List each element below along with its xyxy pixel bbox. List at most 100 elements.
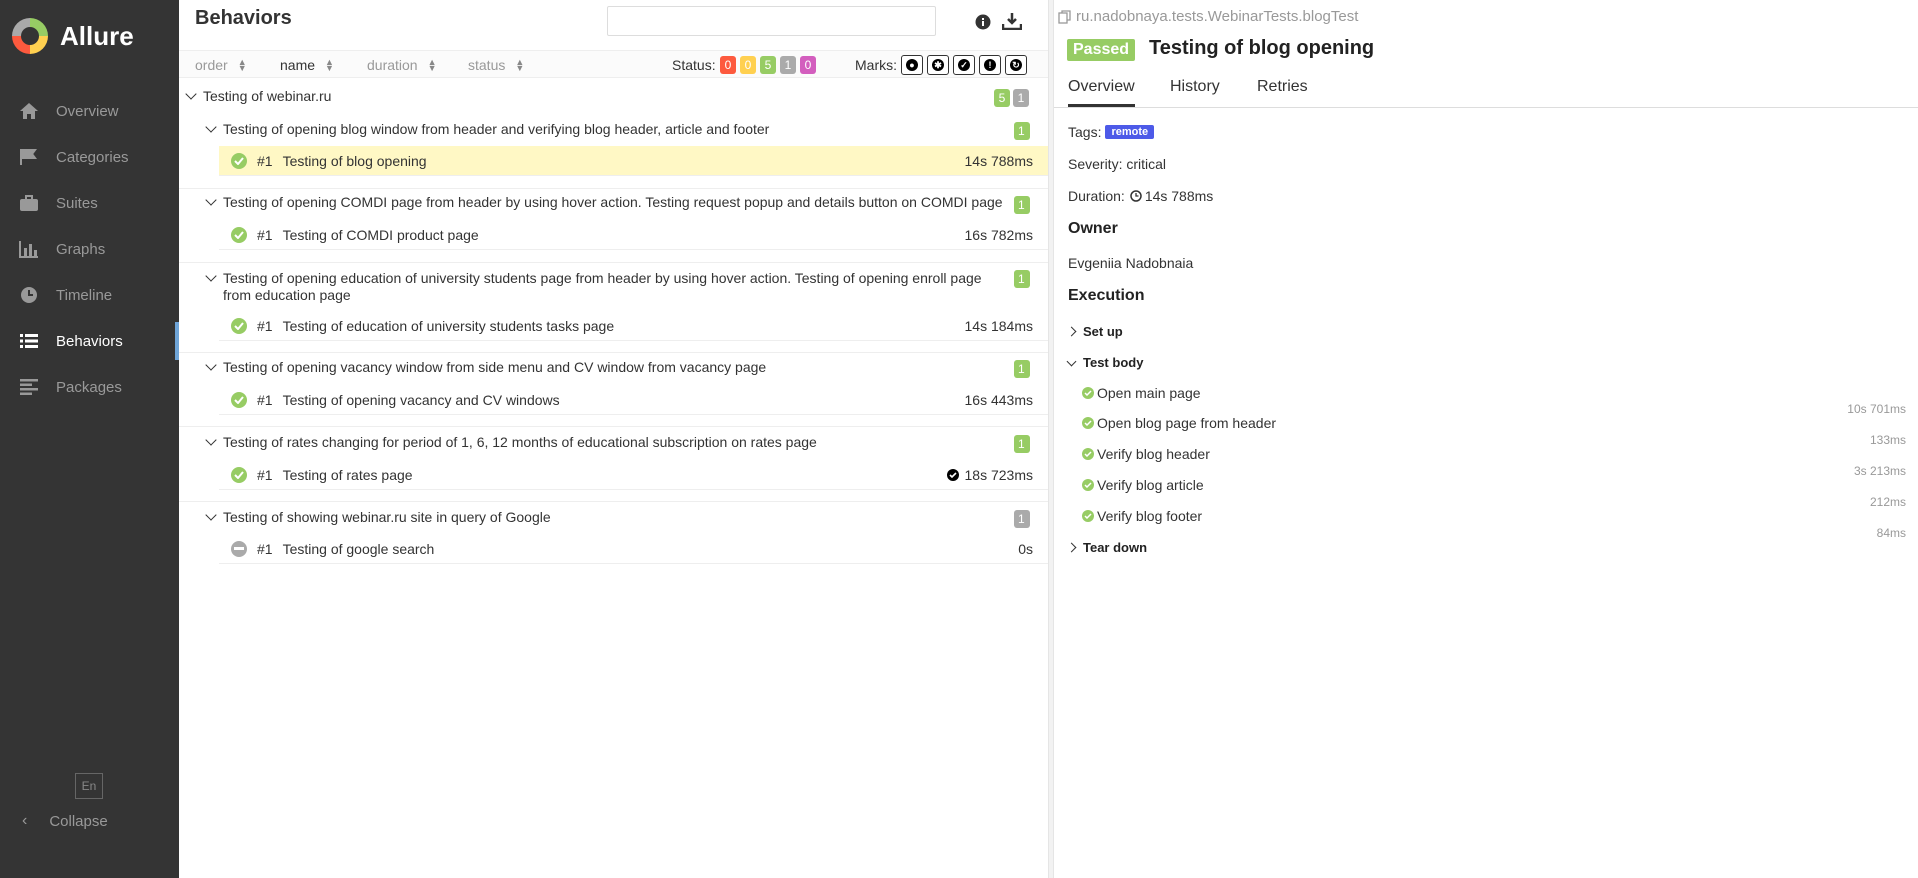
- step-duration: 84ms: [1876, 526, 1906, 540]
- test-number: #1: [257, 226, 273, 243]
- status-badge: Passed: [1067, 39, 1136, 61]
- test-duration: 16s 782ms: [964, 227, 1033, 243]
- language-switcher[interactable]: En: [75, 773, 103, 799]
- tree-group[interactable]: Testing of opening vacancy window from s…: [205, 359, 767, 375]
- sort-label: order: [195, 57, 228, 73]
- tree-root[interactable]: Testing of webinar.ru: [185, 88, 331, 104]
- setup-section[interactable]: Set up: [1066, 324, 1123, 339]
- status-filter-unknown[interactable]: 0: [800, 56, 816, 74]
- test-name: Testing of COMDI product page: [282, 226, 479, 243]
- tree-group[interactable]: Testing of opening blog window from head…: [205, 121, 769, 137]
- mark-flaky-icon[interactable]: ●: [901, 55, 923, 75]
- step-row[interactable]: Verify blog article: [1082, 477, 1204, 493]
- tree-group[interactable]: Testing of rates changing for period of …: [205, 434, 817, 450]
- mark-new-passed-icon[interactable]: ✓: [953, 55, 975, 75]
- passed-check-icon: [231, 152, 247, 169]
- tree-group[interactable]: Testing of showing webinar.ru site in qu…: [205, 509, 551, 525]
- align-left-icon: [18, 377, 40, 397]
- step-name: Verify blog header: [1097, 446, 1210, 462]
- sort-label: name: [280, 57, 316, 73]
- test-result-row[interactable]: #1 Testing of rates page 18s 723ms: [219, 460, 1048, 490]
- status-filter-skipped[interactable]: 1: [780, 56, 796, 74]
- tab-history[interactable]: History: [1170, 78, 1220, 96]
- sidebar-item-categories[interactable]: Categories: [0, 134, 179, 180]
- briefcase-icon: [18, 193, 40, 213]
- test-number: #1: [257, 317, 273, 334]
- step-row[interactable]: Open main page: [1082, 385, 1201, 401]
- root-counts: 5 1: [994, 89, 1029, 107]
- status-filter-failed[interactable]: 0: [720, 56, 736, 74]
- mark-new-failed-icon[interactable]: ✱: [927, 55, 949, 75]
- chevron-down-icon: [205, 121, 217, 133]
- step-row[interactable]: Verify blog header: [1082, 446, 1210, 462]
- sidebar-item-label: Graphs: [56, 240, 106, 258]
- sort-status[interactable]: status ▲ ▼: [468, 57, 524, 73]
- test-body-section[interactable]: Test body: [1066, 355, 1143, 370]
- sidebar-item-suites[interactable]: Suites: [0, 180, 179, 226]
- status-filters: 0 0 5 1 0: [720, 56, 816, 74]
- status-filter-passed[interactable]: 5: [760, 56, 776, 74]
- passed-count-badge: 5: [994, 89, 1010, 107]
- info-icon[interactable]: [973, 12, 993, 32]
- list-icon: [18, 331, 40, 351]
- chevron-down-icon: [205, 270, 217, 282]
- skipped-minus-icon: [231, 540, 247, 557]
- tab-overview[interactable]: Overview: [1068, 78, 1135, 107]
- tab-retries[interactable]: Retries: [1257, 78, 1308, 96]
- status-filter-broken[interactable]: 0: [740, 56, 756, 74]
- passed-check-icon: [231, 226, 247, 243]
- new-passed-mark-icon: [946, 469, 959, 481]
- test-title: Testing of blog opening: [1149, 37, 1375, 59]
- duration-row: Duration: 14s 788ms: [1068, 188, 1213, 204]
- sidebar-item-behaviors[interactable]: Behaviors: [0, 318, 179, 364]
- chevron-down-icon: [205, 509, 217, 521]
- copy-icon: [1058, 9, 1071, 24]
- sort-arrows-icon: ▲ ▼: [325, 57, 334, 73]
- test-result-row[interactable]: #1 Testing of COMDI product page 16s 782…: [219, 220, 1048, 250]
- sort-order[interactable]: order ▲ ▼: [195, 57, 247, 73]
- teardown-section[interactable]: Tear down: [1066, 540, 1148, 555]
- test-name: Testing of google search: [282, 540, 435, 557]
- tree-group-title: Testing of opening COMDI page from heade…: [223, 194, 1003, 210]
- test-name: Testing of rates page: [282, 466, 413, 483]
- test-result-row[interactable]: #1 Testing of education of university st…: [219, 311, 1048, 341]
- collapse-label: Collapse: [49, 812, 108, 830]
- test-result-row[interactable]: #1 Testing of google search 0s: [219, 534, 1048, 564]
- page-title: Behaviors: [195, 7, 292, 29]
- mark-new-broken-icon[interactable]: !: [979, 55, 1001, 75]
- clock-icon: [1130, 190, 1142, 202]
- step-duration: 10s 701ms: [1847, 402, 1906, 416]
- sort-duration[interactable]: duration ▲ ▼: [367, 57, 437, 73]
- brand[interactable]: Allure: [12, 16, 134, 56]
- download-icon[interactable]: [1001, 12, 1024, 32]
- tree-group[interactable]: Testing of opening COMDI page from heade…: [205, 194, 1003, 210]
- sort-name[interactable]: name ▲ ▼: [280, 57, 334, 73]
- test-result-row[interactable]: #1 Testing of blog opening 14s 788ms: [219, 146, 1048, 176]
- test-number: #1: [257, 152, 273, 169]
- sidebar-item-timeline[interactable]: Timeline: [0, 272, 179, 318]
- chevron-right-icon: [1066, 326, 1077, 337]
- step-name: Verify blog footer: [1097, 508, 1203, 524]
- detail-tabs: Overview History Retries: [1054, 70, 1918, 108]
- sidebar-item-graphs[interactable]: Graphs: [0, 226, 179, 272]
- chevron-down-icon: [1066, 356, 1077, 366]
- tree-group[interactable]: Testing of opening education of universi…: [205, 270, 1017, 304]
- tag-badge: remote: [1105, 125, 1155, 139]
- tags-row: Tags: remote: [1068, 124, 1155, 140]
- sidebar-item-packages[interactable]: Packages: [0, 364, 179, 410]
- search-input[interactable]: [607, 6, 936, 36]
- sidebar: Allure Overview Categories Suites Graphs…: [0, 0, 179, 878]
- brand-name: Allure: [60, 20, 134, 51]
- teardown-label: Tear down: [1083, 540, 1148, 555]
- sidebar-item-overview[interactable]: Overview: [0, 88, 179, 134]
- collapse-button[interactable]: ‹ Collapse: [22, 812, 108, 830]
- mark-retries-icon[interactable]: ↻: [1005, 55, 1027, 75]
- chevron-down-icon: [185, 88, 197, 100]
- step-row[interactable]: Verify blog footer: [1082, 508, 1202, 524]
- sort-label: status: [468, 57, 506, 73]
- test-result-row[interactable]: #1 Testing of opening vacancy and CV win…: [219, 385, 1048, 415]
- tree-group-title: Testing of opening vacancy window from s…: [223, 359, 767, 375]
- group-count-badge: 1: [1014, 270, 1030, 288]
- step-row[interactable]: Open blog page from header: [1082, 415, 1276, 431]
- sort-arrows-icon: ▲ ▼: [237, 57, 247, 73]
